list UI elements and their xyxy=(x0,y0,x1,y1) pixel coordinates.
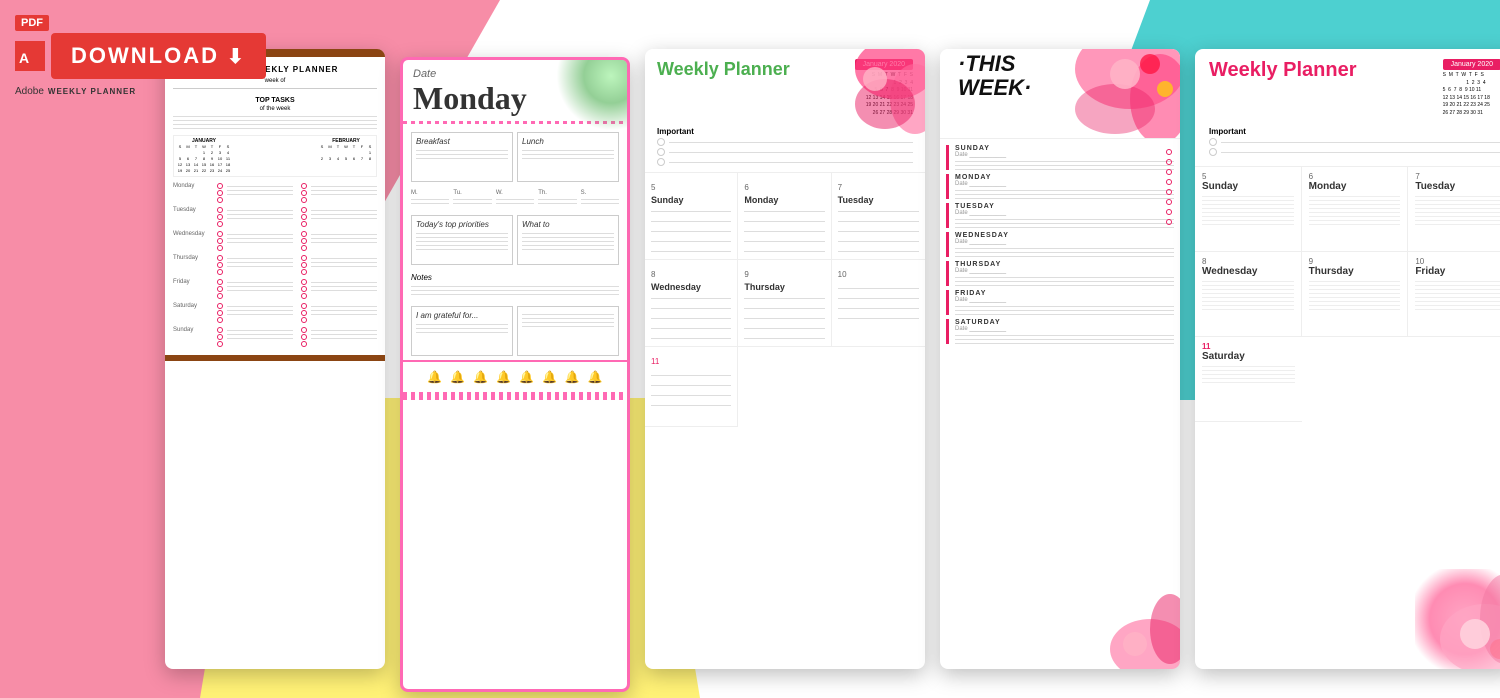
card6-floral-corner xyxy=(1415,569,1500,669)
card1-day-sunday: Sunday xyxy=(173,327,377,347)
card-weekly-green: Weekly Planner January 2020 S M T W T F … xyxy=(645,49,925,669)
card6-day-thursday: 9 Thursday xyxy=(1302,252,1409,337)
card5-friday: FRIDAY Date ___________ xyxy=(946,290,1174,315)
adobe-label: Adobe WEEKLY PLANNER xyxy=(15,86,136,97)
planner-cards: Weekly Weekly Planner week of TOP TASKS … xyxy=(0,0,1500,698)
card-this-week: ·THISWEEK· SUNDAY Date ___________ MONDA… xyxy=(940,49,1180,669)
card6-saturday-label: Saturday xyxy=(1202,351,1295,362)
card3-notes: Notes xyxy=(403,269,627,302)
adobe-icon: A xyxy=(15,41,45,71)
card3-grateful-box: I am grateful for... xyxy=(411,306,513,356)
card1-day-wednesday: Wednesday xyxy=(173,231,377,251)
card3-extra-box xyxy=(517,306,619,356)
card5-floral-bottom xyxy=(1080,589,1180,669)
card6-title: Weekly Planner xyxy=(1209,59,1356,82)
card5-sunday: SUNDAY Date ___________ xyxy=(946,145,1174,170)
card4-day-wednesday: 8 Wednesday xyxy=(645,260,738,347)
card3-priorities-section: Today's top priorities What to xyxy=(403,211,627,269)
card5-this-week-text: ·THISWEEK· xyxy=(950,49,1180,108)
card-monday-planner: Date Monday Breakfast Lunch M. Tu. xyxy=(400,57,630,692)
card5-saturday: SATURDAY Date ___________ xyxy=(946,319,1174,344)
card1-day-monday: Monday xyxy=(173,183,377,203)
card4-title: Weekly Planner xyxy=(657,59,790,80)
card3-habits: M. Tu. W. Th. S. xyxy=(403,186,627,211)
card4-calendar: January 2020 S M T W T F S 1 2 3 4 5 6 7… xyxy=(855,59,913,117)
card6-cal-grid: S M T W T F S 1 2 3 4 5 6 7 8 9 10 11 12… xyxy=(1443,72,1500,117)
download-button[interactable]: DOWNLOAD ⬇ xyxy=(51,33,266,79)
card4-day-monday: 6 Monday xyxy=(738,173,831,260)
card1-top-tasks: TOP TASKS xyxy=(173,97,377,104)
card3-grateful-section: I am grateful for... xyxy=(403,302,627,360)
card6-days-grid: 5 Sunday 6 Monday 7 Tuesday 8 xyxy=(1195,166,1500,422)
card5-thursday: THURSDAY Date ___________ xyxy=(946,261,1174,286)
card3-priorities-box: Today's top priorities xyxy=(411,215,513,265)
card6-calendar: January 2020 S M T W T F S 1 2 3 4 5 6 7… xyxy=(1443,59,1500,117)
card5-tuesday: TUESDAY Date ___________ xyxy=(946,203,1174,228)
download-section: PDF A DOWNLOAD ⬇ Adobe WEEKLY PLANNER xyxy=(15,15,266,97)
card1-day-tuesday: Tuesday xyxy=(173,207,377,227)
card6-day-wednesday: 8 Wednesday xyxy=(1195,252,1302,337)
card5-days-list: SUNDAY Date ___________ MONDAY Date ____… xyxy=(940,139,1180,354)
card6-day-monday: 6 Monday xyxy=(1302,167,1409,252)
card6-day-friday: 10 Friday xyxy=(1408,252,1500,337)
card6-header: Weekly Planner January 2020 S M T W T F … xyxy=(1195,49,1500,123)
card4-day-tuesday: 7 Tuesday xyxy=(832,173,925,260)
card1-days: Monday Tuesday xyxy=(173,183,377,347)
card6-important: Important xyxy=(1195,123,1500,162)
card4-header: Weekly Planner January 2020 S M T W T F … xyxy=(645,49,925,123)
svg-text:A: A xyxy=(19,50,29,66)
card-simple-planner: Weekly Weekly Planner week of TOP TASKS … xyxy=(165,49,385,669)
card1-day-thursday: Thursday xyxy=(173,255,377,275)
card4-day-thursday: 9 Thursday xyxy=(738,260,831,347)
card6-day-saturday: 11 Saturday xyxy=(1195,337,1302,422)
card1-day-saturday: Saturday xyxy=(173,303,377,323)
card1-mini-cal: JANUARY SMTWTFS 1234 567891011 121314151… xyxy=(173,135,377,177)
card1-day-friday: Friday xyxy=(173,279,377,299)
card4-day-sunday: 5 Sunday xyxy=(645,173,738,260)
card1-content: Weekly Weekly Planner week of TOP TASKS … xyxy=(165,57,385,355)
card4-days-grid: 5 Sunday 6 Monday 7 Tuesday 8 Wednesday … xyxy=(645,172,925,427)
card5-checkboxes xyxy=(1166,149,1172,225)
card6-day-tuesday: 7 Tuesday xyxy=(1408,167,1500,252)
card5-monday: MONDAY Date ___________ xyxy=(946,174,1174,199)
card4-day-11: 11 xyxy=(645,347,738,427)
card6-day-sunday: 5 Sunday xyxy=(1195,167,1302,252)
card4-day-extra1: 10 xyxy=(832,260,925,347)
card6-month-badge: January 2020 xyxy=(1443,59,1500,70)
card5-wednesday: WEDNESDAY Date ___________ xyxy=(946,232,1174,257)
floral-top-right xyxy=(547,60,627,140)
card1-task-lines xyxy=(173,116,377,129)
card3-what-to-box: What to xyxy=(517,215,619,265)
card4-month-badge: January 2020 xyxy=(855,59,913,70)
download-arrow-icon: ⬇ xyxy=(227,44,246,69)
pdf-badge: PDF xyxy=(15,15,49,31)
card1-subtitle: of the week xyxy=(173,106,377,112)
card4-important: Important xyxy=(645,123,925,172)
card3-bottom-icons: 🔔🔔 🔔🔔 🔔🔔 🔔🔔 xyxy=(403,360,627,392)
card3-breakfast-box: Breakfast xyxy=(411,132,513,182)
card-weekly-pink: Weekly Planner January 2020 S M T W T F … xyxy=(1195,49,1500,669)
card4-cal-grid: S M T W T F S 1 2 3 4 5 6 7 8 9 10 11 12… xyxy=(855,72,913,117)
card5-header: ·THISWEEK· xyxy=(940,49,1180,139)
